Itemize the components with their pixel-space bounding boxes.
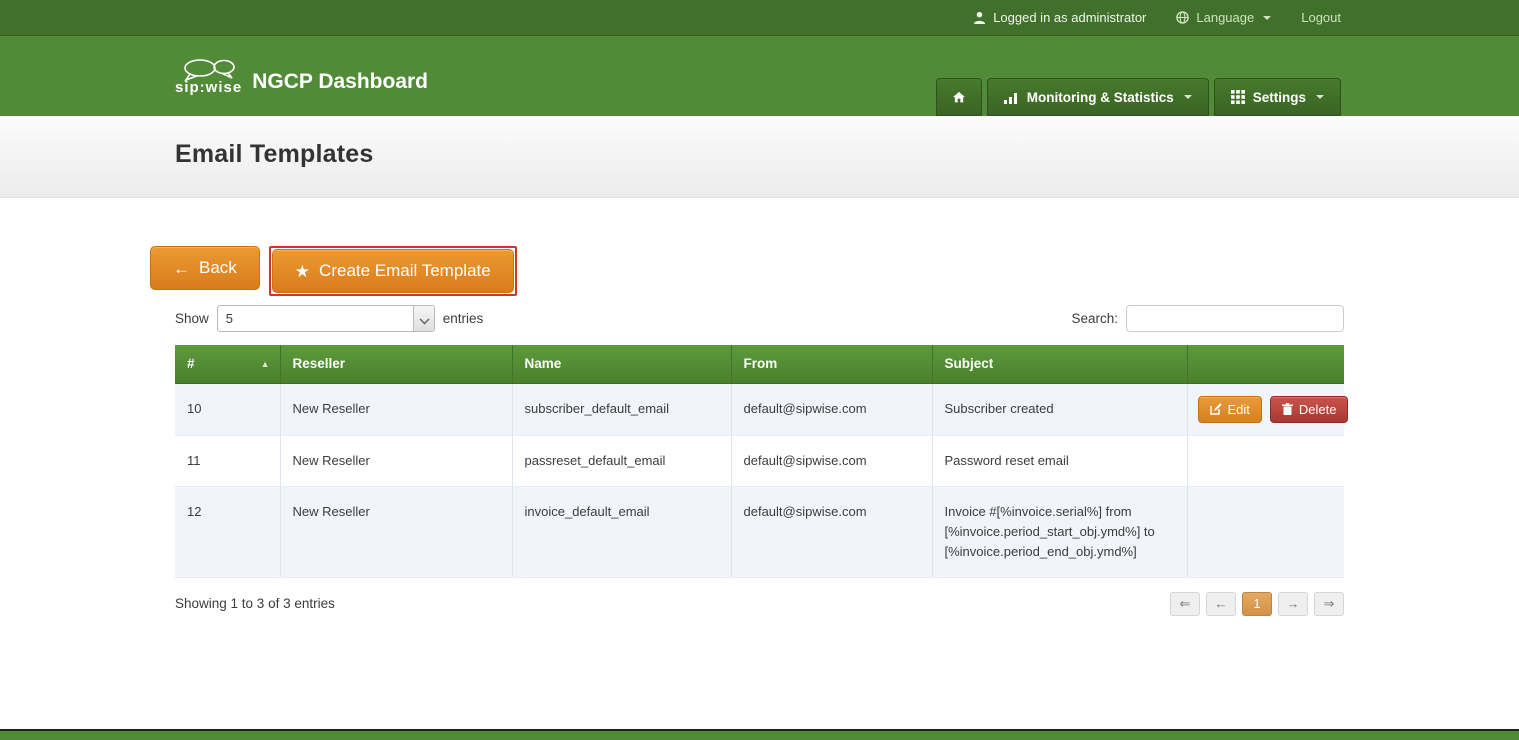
page-length-control: Show 5 entries bbox=[175, 305, 483, 332]
page-size-select-wrap: 5 bbox=[217, 305, 435, 332]
home-button[interactable] bbox=[936, 78, 982, 116]
home-icon bbox=[953, 90, 965, 105]
page: Logged in as administrator Language Logo… bbox=[0, 0, 1519, 740]
globe-icon bbox=[1176, 11, 1189, 24]
content: ← Back ★ Create Email Template Show 5 bbox=[0, 198, 1519, 616]
pagination-last-button[interactable]: ⇒ bbox=[1314, 592, 1344, 616]
chevron-down-icon bbox=[1316, 95, 1324, 99]
cell-from: default@sipwise.com bbox=[731, 435, 932, 486]
star-icon: ★ bbox=[295, 263, 310, 280]
toolbar: ← Back ★ Create Email Template bbox=[150, 246, 1519, 296]
datatable-controls: Show 5 entries Search: bbox=[175, 305, 1344, 332]
settings-menu[interactable]: Settings bbox=[1214, 78, 1341, 116]
brand-logo: sip:wise NGCP Dashboard bbox=[175, 58, 428, 95]
entries-label: entries bbox=[443, 311, 484, 326]
bar-chart-icon bbox=[1004, 91, 1019, 104]
table-row[interactable]: 11 New Reseller passreset_default_email … bbox=[175, 435, 1344, 486]
logged-in-status: Logged in as administrator bbox=[973, 10, 1146, 25]
sort-asc-icon: ▲ bbox=[261, 359, 270, 369]
back-arrow-icon: ← bbox=[173, 260, 190, 277]
delete-button[interactable]: Delete bbox=[1270, 396, 1349, 423]
title-band: Email Templates bbox=[0, 116, 1519, 198]
cell-from: default@sipwise.com bbox=[731, 383, 932, 435]
language-menu[interactable]: Language bbox=[1176, 10, 1271, 25]
column-header-reseller[interactable]: Reseller bbox=[280, 345, 512, 383]
cell-actions bbox=[1187, 435, 1344, 486]
cell-name: passreset_default_email bbox=[512, 435, 731, 486]
column-header-actions bbox=[1187, 345, 1344, 383]
pagination-page-1-button[interactable]: 1 bbox=[1242, 592, 1272, 616]
cell-id: 10 bbox=[175, 383, 280, 435]
user-icon bbox=[973, 11, 986, 24]
back-button-label: Back bbox=[199, 258, 237, 278]
create-email-template-label: Create Email Template bbox=[319, 261, 491, 281]
edit-icon bbox=[1210, 403, 1222, 415]
search-control: Search: bbox=[1071, 305, 1344, 332]
email-templates-table: # ▲ Reseller Name From Subject 10 New Re… bbox=[175, 345, 1344, 578]
cell-name: subscriber_default_email bbox=[512, 383, 731, 435]
sipwise-logo: sip:wise bbox=[175, 58, 242, 95]
table-header-row: # ▲ Reseller Name From Subject bbox=[175, 345, 1344, 383]
monitoring-statistics-label: Monitoring & Statistics bbox=[1027, 90, 1174, 105]
pagination-next-button[interactable]: → bbox=[1278, 592, 1308, 616]
pagination: ⇐ ← 1 → ⇒ bbox=[1170, 592, 1344, 616]
monitoring-statistics-menu[interactable]: Monitoring & Statistics bbox=[987, 78, 1209, 116]
trash-icon bbox=[1282, 403, 1293, 415]
edit-button-label: Edit bbox=[1228, 402, 1250, 417]
language-label: Language bbox=[1196, 10, 1254, 25]
cell-name: invoice_default_email bbox=[512, 486, 731, 577]
logout-link[interactable]: Logout bbox=[1301, 10, 1341, 25]
create-template-highlight: ★ Create Email Template bbox=[269, 246, 517, 296]
page-size-select[interactable]: 5 bbox=[218, 306, 434, 331]
cell-reseller: New Reseller bbox=[280, 486, 512, 577]
cell-subject: Password reset email bbox=[932, 435, 1187, 486]
cell-from: default@sipwise.com bbox=[731, 486, 932, 577]
show-label: Show bbox=[175, 311, 209, 326]
cell-actions bbox=[1187, 486, 1344, 577]
brand-title: NGCP Dashboard bbox=[252, 70, 428, 95]
datatable-footer: Showing 1 to 3 of 3 entries ⇐ ← 1 → ⇒ bbox=[175, 592, 1344, 616]
column-header-id-label: # bbox=[187, 356, 195, 371]
table-row[interactable]: 12 New Reseller invoice_default_email de… bbox=[175, 486, 1344, 577]
topbar: Logged in as administrator Language Logo… bbox=[0, 0, 1519, 36]
pagination-first-button[interactable]: ⇐ bbox=[1170, 592, 1200, 616]
table-row[interactable]: 10 New Reseller subscriber_default_email… bbox=[175, 383, 1344, 435]
cell-subject: Subscriber created bbox=[932, 383, 1187, 435]
column-header-name[interactable]: Name bbox=[512, 345, 731, 383]
main-nav: Monitoring & Statistics Settings bbox=[936, 78, 1341, 116]
footer-bar bbox=[0, 729, 1519, 740]
cell-reseller: New Reseller bbox=[280, 383, 512, 435]
pagination-prev-button[interactable]: ← bbox=[1206, 592, 1236, 616]
column-header-id[interactable]: # ▲ bbox=[175, 345, 280, 383]
page-title: Email Templates bbox=[175, 140, 1519, 169]
datatable: Show 5 entries Search: bbox=[175, 305, 1344, 616]
settings-label: Settings bbox=[1253, 90, 1306, 105]
back-button[interactable]: ← Back bbox=[150, 246, 260, 290]
cell-id: 12 bbox=[175, 486, 280, 577]
app-header: sip:wise NGCP Dashboard Monitoring & Sta… bbox=[0, 36, 1519, 116]
logged-in-text: Logged in as administrator bbox=[993, 10, 1146, 25]
chevron-down-icon bbox=[1184, 95, 1192, 99]
column-header-subject[interactable]: Subject bbox=[932, 345, 1187, 383]
cell-id: 11 bbox=[175, 435, 280, 486]
cell-actions: Edit Delete bbox=[1187, 383, 1344, 435]
column-header-from[interactable]: From bbox=[731, 345, 932, 383]
cell-subject: Invoice #[%invoice.serial%] from [%invoi… bbox=[932, 486, 1187, 577]
delete-button-label: Delete bbox=[1299, 402, 1337, 417]
search-input[interactable] bbox=[1126, 305, 1344, 332]
showing-entries-text: Showing 1 to 3 of 3 entries bbox=[175, 596, 335, 611]
search-label: Search: bbox=[1071, 311, 1118, 326]
speech-bubbles-icon bbox=[178, 58, 240, 82]
grid-icon bbox=[1231, 90, 1245, 104]
create-email-template-button[interactable]: ★ Create Email Template bbox=[272, 249, 514, 293]
edit-button[interactable]: Edit bbox=[1198, 396, 1262, 423]
cell-reseller: New Reseller bbox=[280, 435, 512, 486]
chevron-down-icon bbox=[1263, 16, 1271, 20]
brand-sipwise-text: sip:wise bbox=[175, 80, 242, 95]
